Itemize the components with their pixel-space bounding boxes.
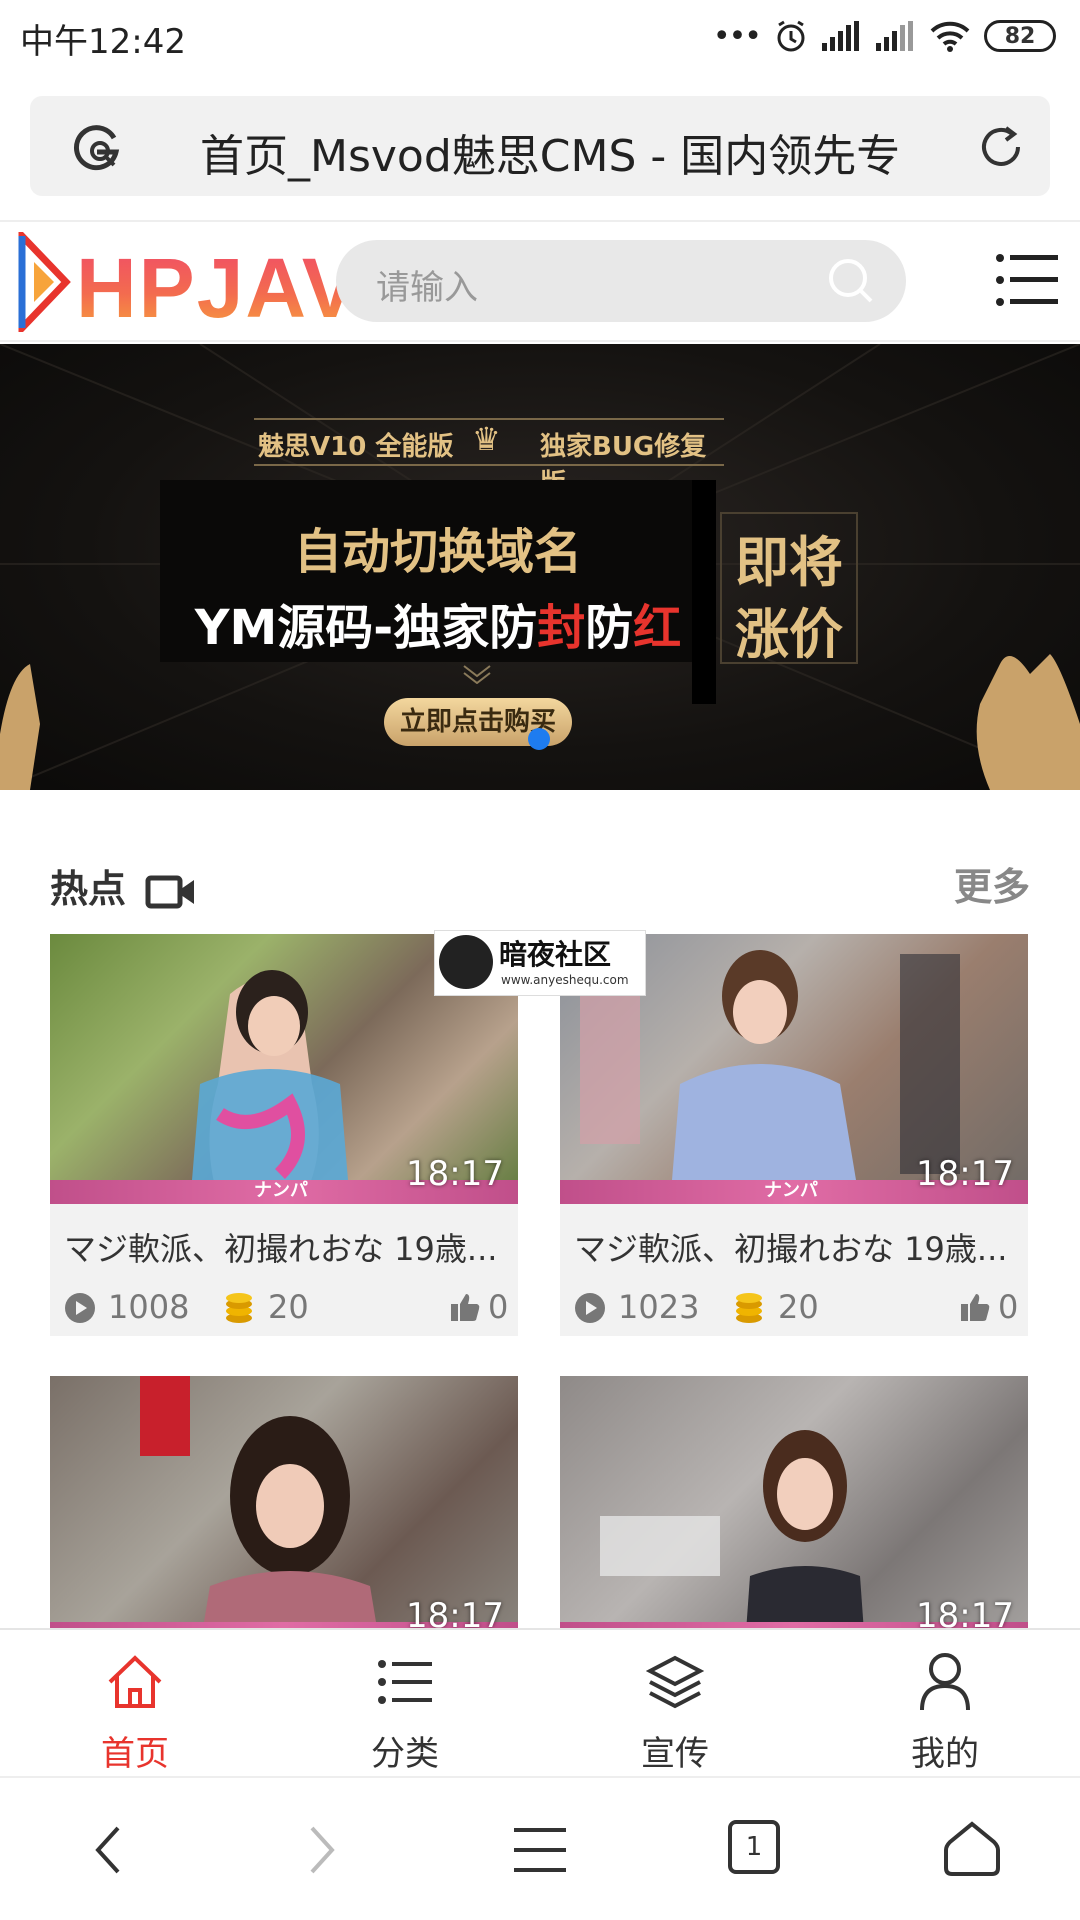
search-icon[interactable] [826, 256, 876, 306]
logo-mark-icon[interactable] [16, 232, 72, 332]
video-meta: 1008 20 0 [64, 1286, 508, 1330]
tabs-count-button[interactable]: 1 [728, 1820, 780, 1874]
video-duration: 18:17 [406, 1596, 504, 1628]
tab-profile[interactable]: 我的 [810, 1630, 1080, 1776]
banner-main-box: 自动切换域名 YM源码-独家防封防红 [160, 480, 716, 662]
menu-lines-icon[interactable] [514, 1826, 566, 1874]
section-title: 热点 [50, 858, 197, 913]
tab-home[interactable]: 首页 [0, 1630, 270, 1776]
thumbs-up-icon[interactable] [960, 1292, 990, 1322]
tab-category[interactable]: 分类 [270, 1630, 540, 1776]
like-count: 0 [998, 1288, 1019, 1326]
banner-line-2-mid: 防 [585, 600, 634, 656]
channel-label: ナンパ [254, 1180, 308, 1201]
promo-banner[interactable]: 魅思V10 全能版 ♛ 独家BUG修复版 自动切换域名 YM源码-独家防封防红 … [0, 344, 1080, 790]
banner-line-2: YM源码-独家防封防红 [160, 588, 716, 658]
status-bar: 中午12:42 ••• 82 [0, 0, 1080, 72]
banner-side-1: 即将 [735, 531, 843, 594]
status-icons: ••• 82 [713, 14, 1056, 58]
address-bar[interactable]: 首页_Msvod魅思CMS - 国内领先专 [30, 96, 1050, 196]
video-thumbnail[interactable]: 18:17 [560, 1376, 1028, 1628]
crown-icon: ♛ [472, 420, 501, 458]
refresh-icon[interactable] [974, 120, 1028, 174]
banner-line-2-red-1: 封 [537, 600, 586, 656]
video-duration: 18:17 [916, 1596, 1014, 1628]
tab-profile-label: 我的 [911, 1734, 979, 1774]
video-thumbnail[interactable]: 18:17 [50, 1376, 518, 1628]
video-title[interactable]: マジ軟派、初撮れおな 19歳... [64, 1224, 504, 1270]
home-icon [108, 1655, 162, 1708]
thumbs-up-icon[interactable] [450, 1292, 480, 1322]
video-title[interactable]: マジ軟派、初撮れおな 19歳... [574, 1224, 1014, 1270]
video-camera-icon [145, 875, 195, 908]
watermark-url: www.anyeshequ.com [501, 973, 629, 987]
banner-version-label: 魅思V10 全能版 [258, 432, 454, 462]
battery-indicator: 82 [984, 20, 1056, 52]
channel-label: ナンパ [764, 1180, 818, 1201]
coin-count: 20 [268, 1288, 309, 1326]
home-nav-icon[interactable] [942, 1820, 1002, 1878]
carousel-indicator[interactable] [528, 728, 550, 750]
tab-promote-label: 宣传 [641, 1734, 709, 1774]
video-card[interactable]: 18:17 [50, 1376, 518, 1628]
browser-nav-bar: 1 [0, 1776, 1080, 1920]
video-meta: 1023 20 0 [574, 1286, 1018, 1330]
layers-icon [646, 1655, 704, 1709]
video-card[interactable]: 18:17 [560, 1376, 1028, 1628]
wifi-icon [930, 21, 970, 52]
list-icon [378, 1660, 432, 1704]
tab-category-label: 分类 [371, 1734, 439, 1774]
play-icon [575, 1293, 605, 1323]
chevron-down-icon [463, 665, 491, 684]
search-input[interactable]: 请输入 [336, 240, 906, 322]
play-icon [65, 1293, 95, 1323]
site-header: HPJAV 请输入 [0, 220, 1080, 342]
search-placeholder: 请输入 [376, 268, 478, 308]
section-title-text: 热点 [50, 867, 127, 911]
forward-icon[interactable] [308, 1824, 338, 1876]
alarm-icon [777, 20, 805, 52]
bottom-tab-bar: 首页 分类 宣传 我的 [0, 1628, 1080, 1774]
tab-promote[interactable]: 宣传 [540, 1630, 810, 1776]
coin-count: 20 [778, 1288, 819, 1326]
address-text[interactable]: 首页_Msvod魅思CMS - 国内领先专 [200, 120, 960, 184]
banner-line-2-red-2: 红 [633, 600, 682, 656]
google-search-icon[interactable] [70, 120, 124, 174]
banner-top-strip: 魅思V10 全能版 ♛ 独家BUG修复版 [254, 418, 724, 499]
video-duration: 18:17 [406, 1154, 504, 1194]
banner-divider [692, 480, 716, 704]
view-count: 1023 [618, 1288, 700, 1326]
user-icon [920, 1653, 970, 1711]
coin-icon [226, 1293, 252, 1323]
signal-icon-2 [876, 21, 913, 51]
banner-line-1: 自动切换域名 [293, 524, 582, 580]
coin-icon [736, 1293, 762, 1323]
site-logo[interactable]: HPJAV [76, 240, 360, 337]
video-duration: 18:17 [916, 1154, 1014, 1194]
banner-side-2: 涨价 [735, 603, 843, 666]
back-icon[interactable] [92, 1824, 122, 1876]
tab-home-label: 首页 [101, 1734, 169, 1774]
banner-line-2-prefix: YM源码-独家防 [194, 600, 538, 656]
watermark-avatar [439, 935, 493, 989]
thumbnail-figure [600, 1430, 864, 1628]
banner-side-box: 即将 涨价 [720, 512, 858, 666]
watermark-title: 暗夜社区 [499, 938, 612, 971]
watermark: 暗夜社区 www.anyeshequ.com [434, 930, 646, 996]
more-link[interactable]: 更多 [954, 856, 1030, 911]
status-time: 中午12:42 [20, 22, 186, 62]
signal-icon [822, 21, 859, 51]
thumbnail-figure [140, 1376, 377, 1628]
view-count: 1008 [108, 1288, 190, 1326]
like-count: 0 [488, 1288, 509, 1326]
menu-icon[interactable] [996, 252, 1058, 308]
more-dots-icon: ••• [712, 18, 762, 54]
